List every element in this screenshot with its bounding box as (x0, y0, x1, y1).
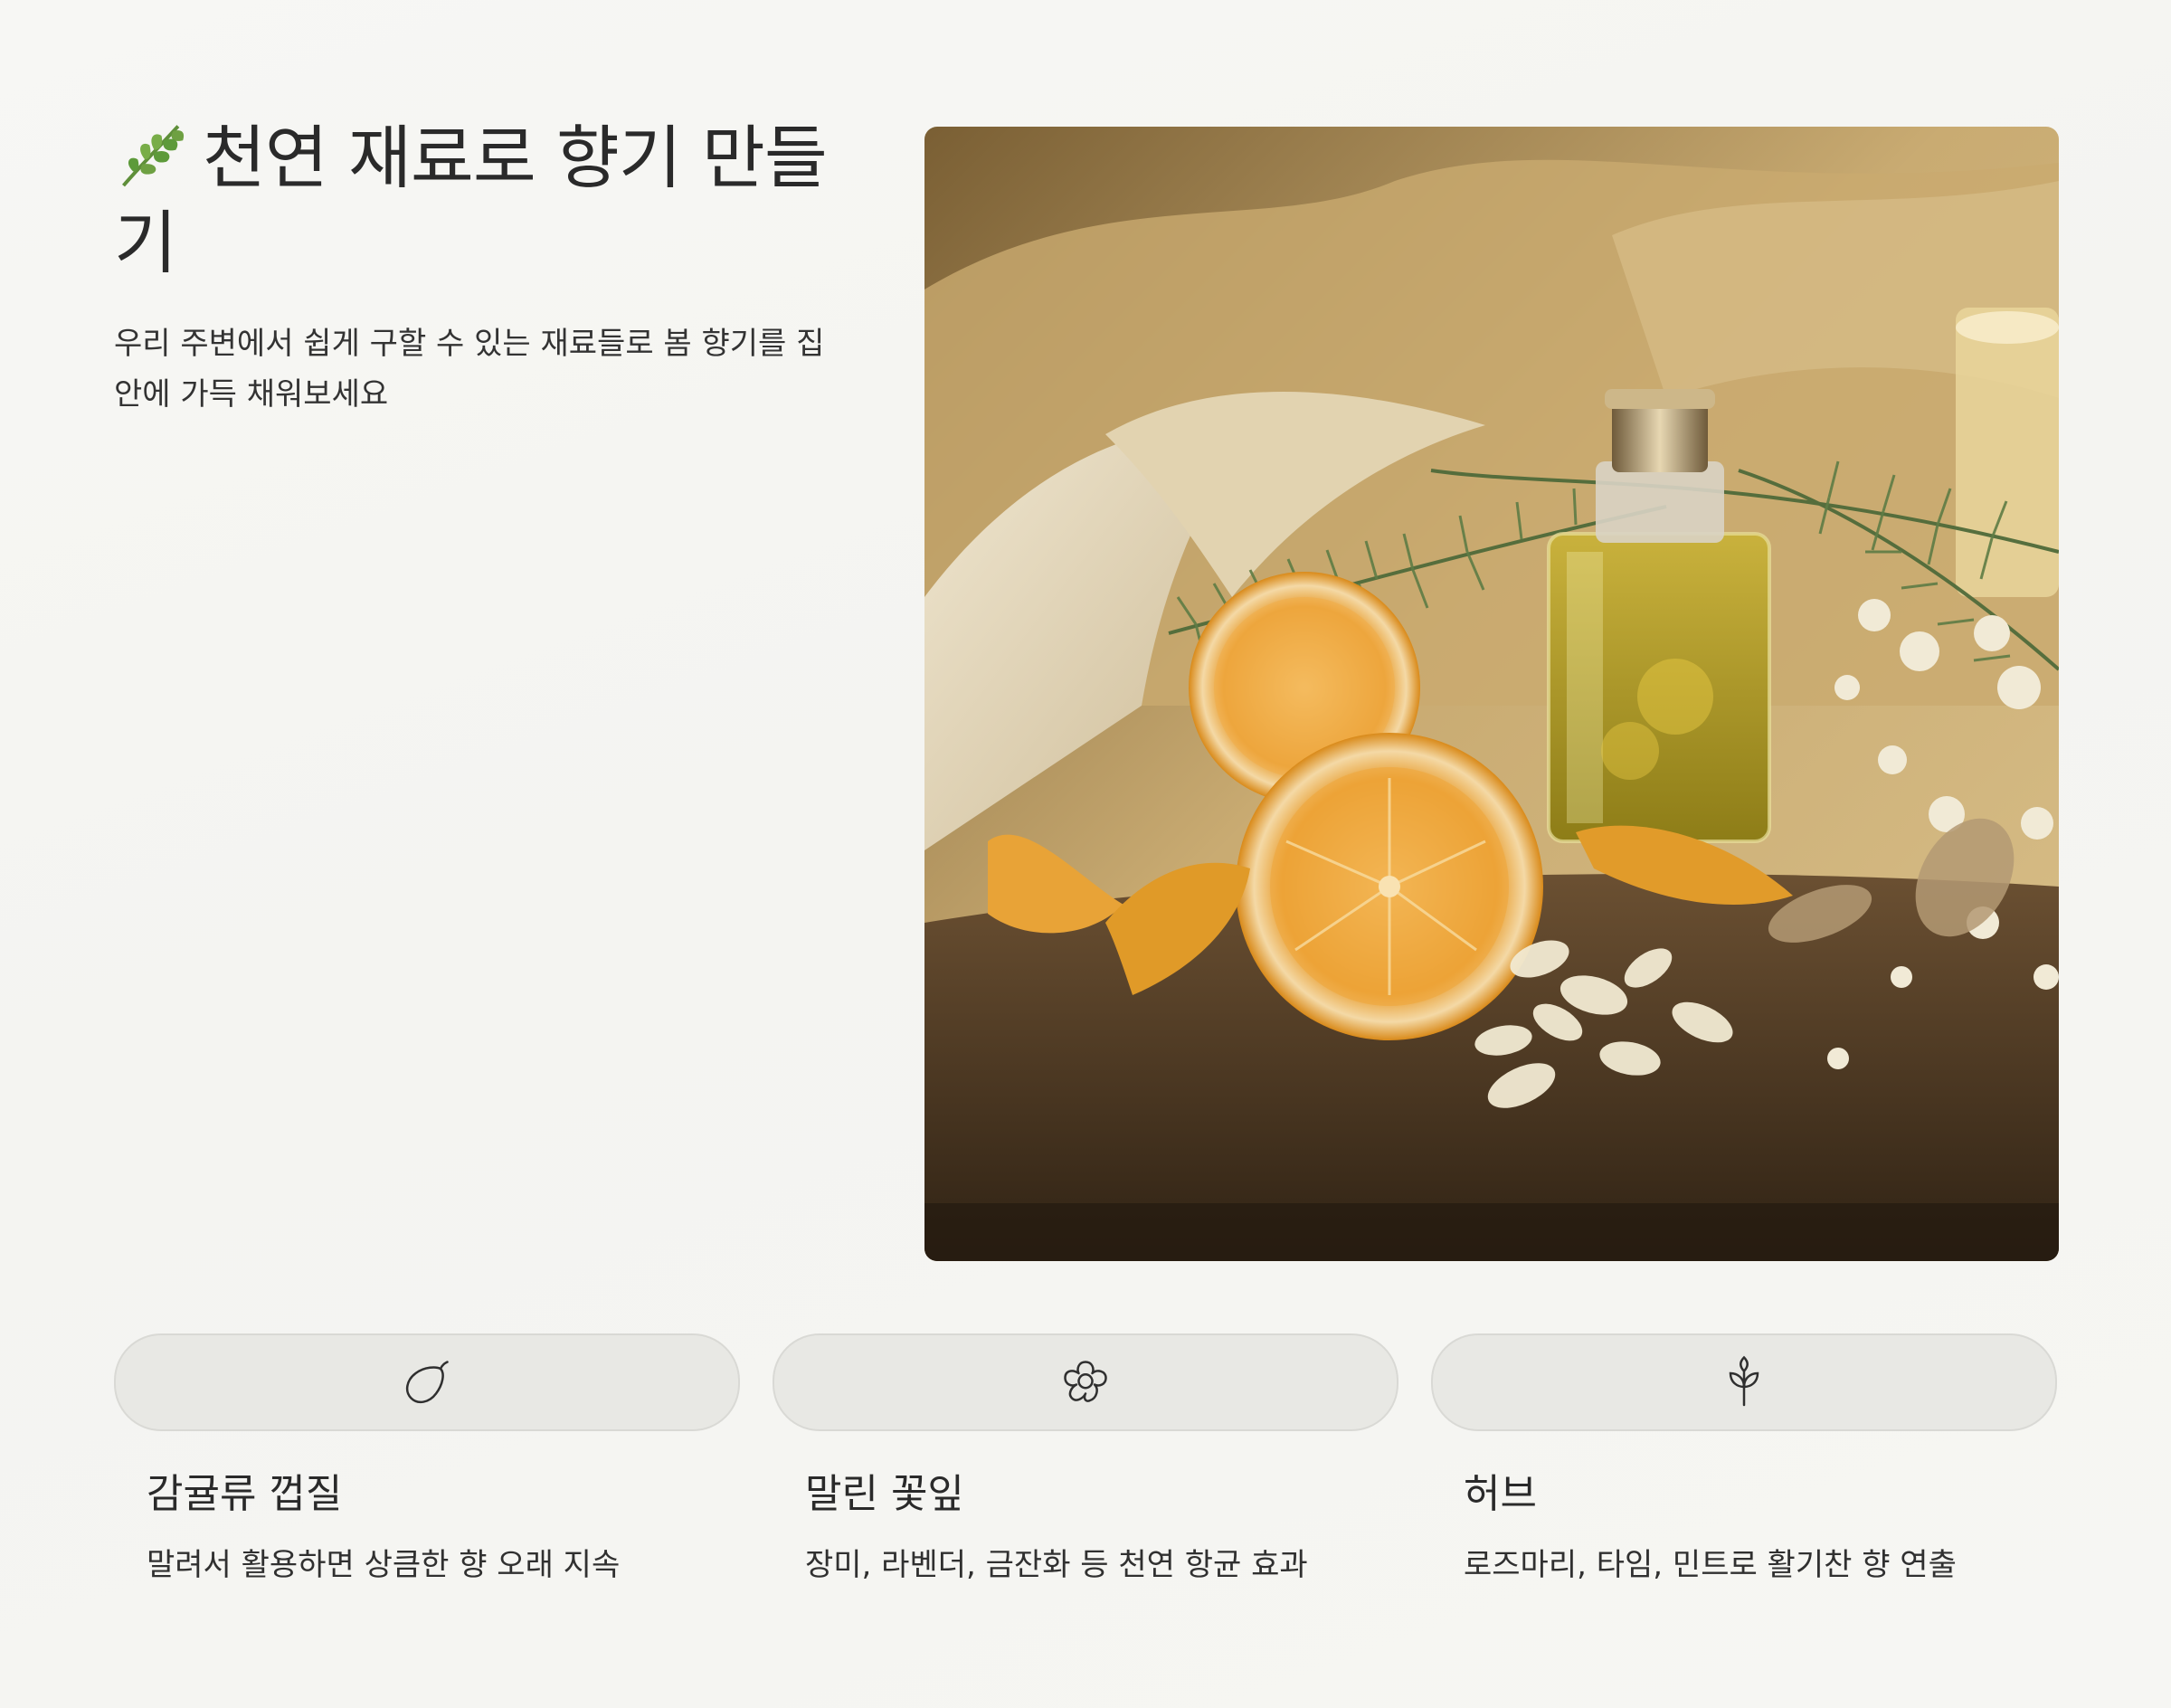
page-subtitle: 우리 주변에서 쉽게 구할 수 있는 재료들로 봄 향기를 집 안에 가득 채워… (114, 326, 825, 413)
flower-icon (1064, 1361, 1107, 1402)
lemon-icon (405, 1361, 449, 1404)
feature-description: 로즈마리, 타임, 민트로 활기찬 향 연출 (1464, 1547, 1957, 1583)
feature-title: 허브 (1464, 1471, 1537, 1517)
feature-description: 말려서 활용하면 상큼한 향 오래 지속 (147, 1547, 621, 1583)
feature-title: 감귤류 껍질 (147, 1471, 343, 1517)
page-title: 천연 재료로 향기 만들기 (114, 116, 838, 286)
feature-card-citrus: 감귤류 껍질 말려서 활용하면 상큼한 향 오래 지속 (114, 1333, 740, 1587)
feature-icon-pill (114, 1333, 740, 1431)
feature-title: 말린 꽃잎 (805, 1471, 964, 1517)
page-title-text: 천연 재료로 향기 만들기 (114, 118, 828, 283)
feature-icon-pill (1431, 1333, 2057, 1431)
feature-card-petals: 말린 꽃잎 장미, 라벤더, 금잔화 등 천연 항균 효과 (773, 1333, 1398, 1587)
feature-card-herbs: 허브 로즈마리, 타임, 민트로 활기찬 향 연출 (1431, 1333, 2057, 1587)
sprout-icon (1729, 1355, 1759, 1407)
herb-leaf-icon (122, 125, 185, 187)
feature-icon-pill (773, 1333, 1398, 1431)
hero-image (924, 127, 2059, 1261)
feature-description: 장미, 라벤더, 금잔화 등 천연 항균 효과 (805, 1547, 1308, 1583)
perfume-citrus-photo (924, 127, 2059, 1261)
